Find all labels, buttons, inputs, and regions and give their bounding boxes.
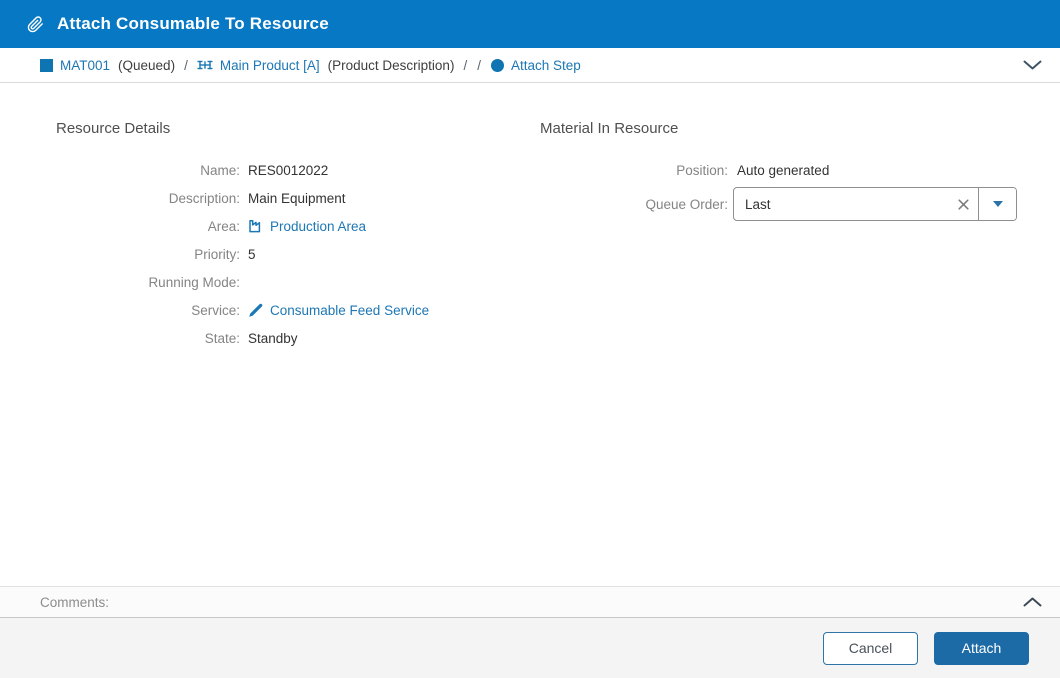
field-label: Priority: (56, 247, 240, 262)
attach-button[interactable]: Attach (934, 632, 1029, 665)
field-value: Main Equipment (248, 191, 346, 206)
breadcrumb-link-material[interactable]: MAT001 (60, 58, 110, 73)
dialog-title-bar: Attach Consumable To Resource (0, 0, 1060, 48)
field-row-position: Position: Auto generated (540, 156, 1020, 184)
field-row-name: Name: RES0012022 (56, 156, 486, 184)
field-row-running-mode: Running Mode: (56, 268, 486, 296)
dialog-body: Resource Details Name: RES0012022 Descri… (0, 84, 1060, 586)
comments-bar[interactable]: Comments: (0, 586, 1060, 618)
breadcrumb-collapse-button[interactable] (1023, 60, 1042, 71)
field-value: Auto generated (737, 163, 829, 178)
x-clear-icon (958, 199, 969, 210)
step-circle-icon (491, 59, 504, 72)
field-label: Service: (56, 303, 240, 318)
field-value: Production Area (248, 218, 366, 234)
field-label: Name: (56, 163, 240, 178)
breadcrumb-item-material: MAT001 (Queued) (40, 58, 175, 73)
field-row-state: State: Standby (56, 324, 486, 352)
breadcrumb-suffix-product: (Product Description) (328, 58, 455, 73)
service-pen-icon (248, 302, 264, 318)
breadcrumb-link-step[interactable]: Attach Step (511, 58, 581, 73)
dialog-footer: Cancel Attach (0, 618, 1060, 678)
service-link[interactable]: Consumable Feed Service (270, 303, 429, 318)
field-row-area: Area: Production Area (56, 212, 486, 240)
material-square-icon (40, 59, 53, 72)
field-label: Description: (56, 191, 240, 206)
breadcrumb-link-product[interactable]: Main Product [A] (220, 58, 320, 73)
resource-details-section: Resource Details Name: RES0012022 Descri… (56, 120, 486, 352)
comments-label: Comments: (40, 595, 109, 610)
breadcrumb-suffix-material: (Queued) (118, 58, 175, 73)
cancel-button[interactable]: Cancel (823, 632, 918, 665)
field-value: Standby (248, 331, 298, 346)
breadcrumb-separator: / (184, 58, 188, 73)
field-label: Queue Order: (540, 197, 728, 212)
breadcrumb-separator: / (477, 58, 481, 73)
paperclip-icon (27, 15, 44, 34)
page-title: Attach Consumable To Resource (57, 14, 329, 34)
breadcrumb-item-product: Main Product [A] (Product Description) (197, 57, 455, 73)
queue-order-dropdown-button[interactable] (978, 188, 1016, 220)
field-value: 5 (248, 247, 256, 262)
dropdown-arrow-icon (993, 201, 1003, 207)
material-in-resource-fields: Position: Auto generated Queue Order: La… (540, 156, 1020, 221)
resource-details-title: Resource Details (56, 120, 486, 137)
area-link[interactable]: Production Area (270, 219, 366, 234)
field-row-description: Description: Main Equipment (56, 184, 486, 212)
field-label: Position: (540, 163, 728, 178)
queue-order-combobox[interactable]: Last (733, 187, 1017, 221)
field-label: State: (56, 331, 240, 346)
field-label: Running Mode: (56, 275, 240, 290)
chevron-down-icon (1023, 60, 1042, 71)
breadcrumb-separator: / (463, 58, 467, 73)
product-icon (197, 57, 213, 73)
material-in-resource-section: Material In Resource Position: Auto gene… (540, 120, 1020, 221)
comments-expand-button[interactable] (1023, 597, 1042, 608)
queue-order-input[interactable]: Last (734, 188, 948, 220)
material-in-resource-title: Material In Resource (540, 120, 1020, 137)
breadcrumb-item-step: Attach Step (491, 58, 581, 73)
field-row-service: Service: Consumable Feed Service (56, 296, 486, 324)
field-row-priority: Priority: 5 (56, 240, 486, 268)
queue-order-clear-button[interactable] (948, 188, 978, 220)
field-label: Area: (56, 219, 240, 234)
resource-details-fields: Name: RES0012022 Description: Main Equip… (56, 156, 486, 352)
chevron-up-icon (1023, 597, 1042, 608)
breadcrumb: MAT001 (Queued) / Main Product [A] (Prod… (0, 48, 1060, 83)
field-value: Consumable Feed Service (248, 302, 429, 318)
field-row-queue-order: Queue Order: Last (540, 187, 1020, 221)
factory-icon (248, 218, 264, 234)
field-value: RES0012022 (248, 163, 328, 178)
